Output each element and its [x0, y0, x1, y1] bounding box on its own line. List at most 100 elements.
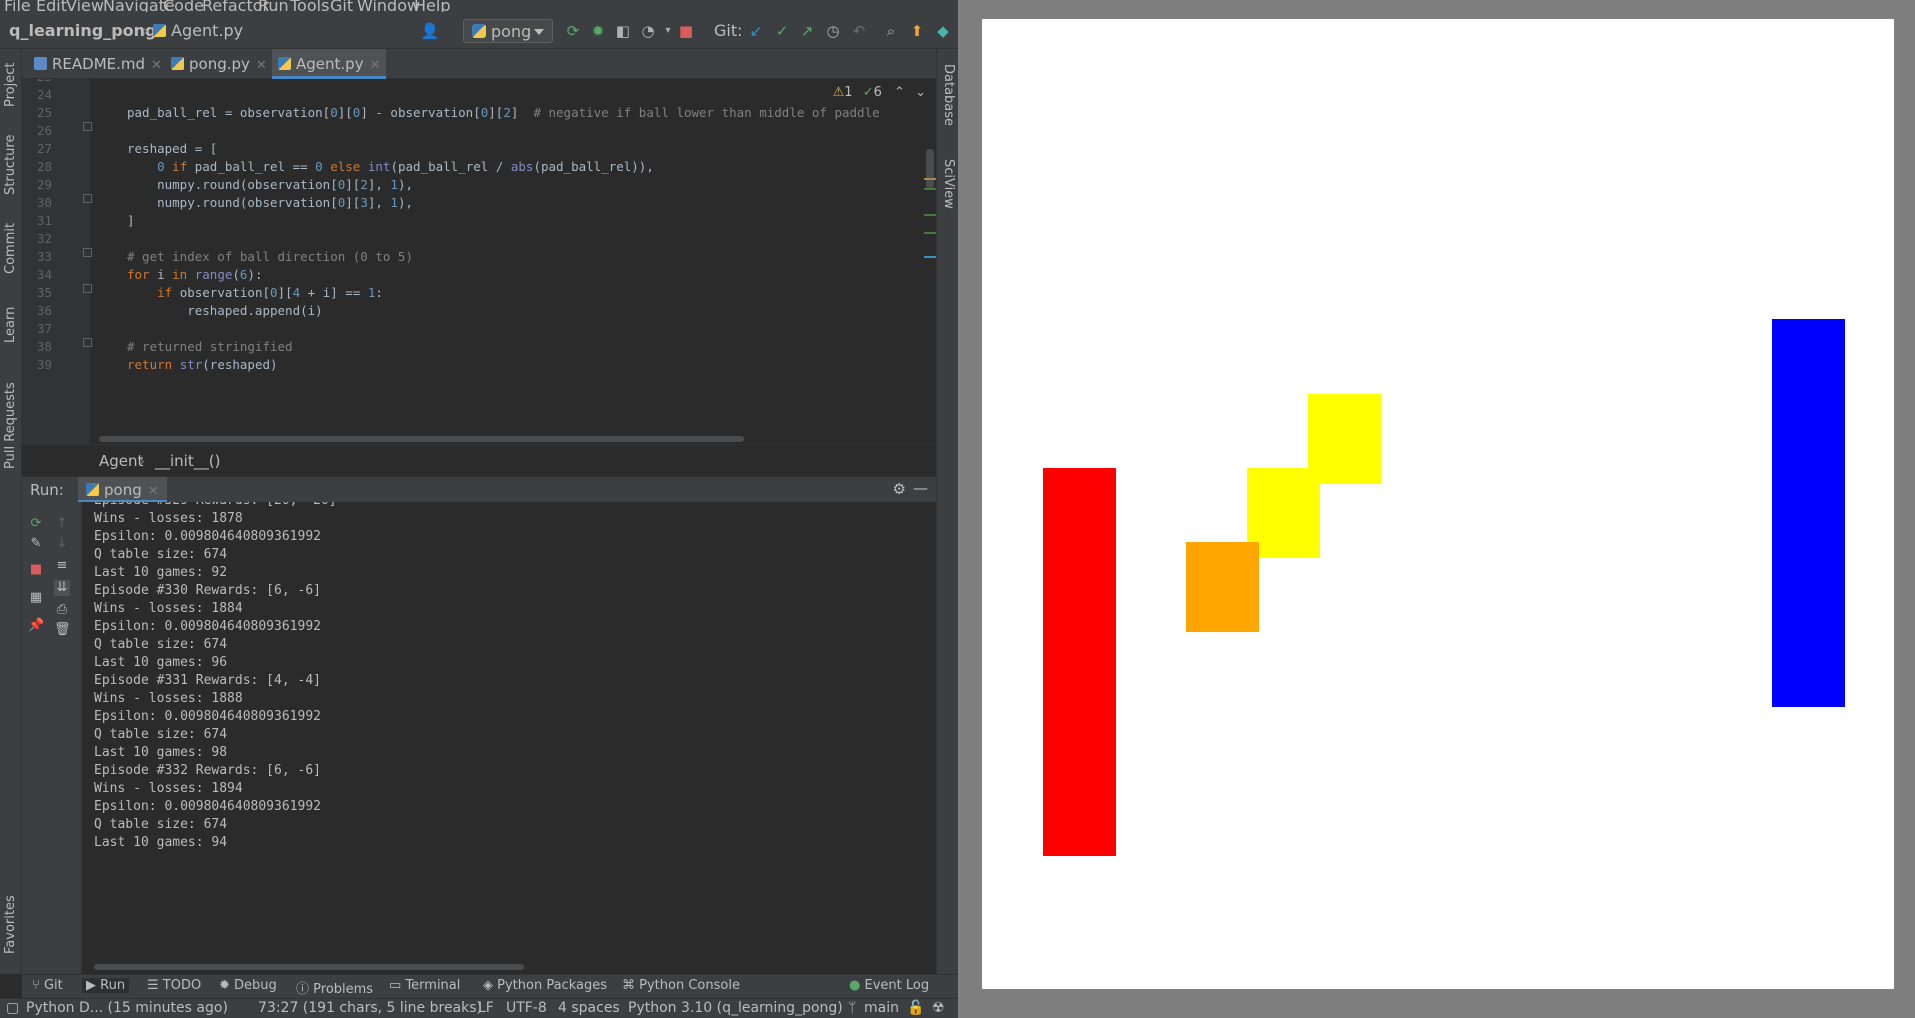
stop-icon[interactable]: ■ — [676, 21, 696, 41]
chevron-up-icon[interactable]: ⌃ — [894, 85, 905, 100]
search-icon[interactable]: ⌕ — [881, 21, 901, 41]
menu-edit[interactable]: Edit — [36, 0, 67, 12]
tool-tab-favorites[interactable]: Favorites — [0, 885, 22, 965]
gear-icon[interactable]: ⚙ — [893, 480, 906, 498]
editor-vertical-scrollbar[interactable] — [926, 149, 934, 189]
run-tab-pong[interactable]: pong ✕ — [78, 477, 167, 503]
fold-marker[interactable] — [83, 194, 92, 203]
git-push-icon[interactable]: ↗ — [797, 21, 817, 41]
tool-tab-sciview[interactable]: SciView — [937, 149, 959, 219]
file-crumb[interactable]: Agent.py — [153, 21, 243, 40]
wrench-icon[interactable]: ✎ — [28, 536, 44, 552]
fold-marker[interactable] — [83, 122, 92, 131]
tool-tab-structure[interactable]: Structure — [0, 127, 22, 203]
line-separator[interactable]: LF — [478, 1000, 494, 1016]
tab-agent[interactable]: Agent.py ✕ — [272, 49, 387, 79]
memory-indicator-icon[interactable]: ☢ — [932, 1000, 945, 1016]
file-encoding[interactable]: UTF-8 — [506, 1000, 547, 1016]
menu-git[interactable]: Git — [330, 0, 353, 12]
print-icon[interactable]: ⎙ — [54, 602, 70, 618]
stop-icon[interactable]: ■ — [28, 562, 44, 578]
bottom-tab-terminal[interactable]: ▭ Terminal — [389, 978, 460, 993]
bottom-tab-problems[interactable]: ⓘ Problems — [296, 978, 373, 997]
git-icon: ⑂ — [32, 978, 40, 993]
close-icon[interactable]: ✕ — [148, 484, 159, 499]
rerun-icon[interactable]: ⟳ — [563, 21, 583, 41]
tool-tab-pull-requests[interactable]: Pull Requests — [0, 371, 22, 481]
interpreter[interactable]: Python 3.10 (q_learning_pong) — [628, 1000, 843, 1016]
tool-tab-commit[interactable]: Commit — [0, 215, 22, 281]
tool-tab-learn[interactable]: Learn — [0, 297, 22, 353]
plugin-icon[interactable]: ◆ — [933, 21, 953, 41]
tab-pong[interactable]: pong.py ✕ — [165, 49, 273, 79]
soft-wrap-icon[interactable]: ≡ — [54, 558, 70, 574]
profile-icon[interactable]: ◔ — [638, 21, 658, 41]
rerun-icon[interactable]: ⟳ — [28, 516, 44, 532]
console-line: Last 10 games: 92 — [94, 565, 228, 580]
status-square-icon[interactable]: ▢ — [6, 1000, 19, 1016]
layout-icon[interactable]: ▦ — [28, 590, 44, 606]
menu-window[interactable]: Window — [357, 0, 420, 12]
bottom-tab-python-packages[interactable]: ◈ Python Packages — [483, 978, 607, 993]
menu-file[interactable]: File — [4, 0, 31, 12]
coverage-icon[interactable]: ◧ — [613, 21, 633, 41]
editor-horizontal-scrollbar[interactable] — [99, 436, 744, 442]
code-editor[interactable]: 23 24 25 26 27 28 29 30 31 32 33 34 35 36 37 38 39 pad_b… — [22, 79, 936, 444]
list-icon: ☰ — [147, 978, 159, 993]
fold-marker[interactable] — [83, 248, 92, 257]
menu-code[interactable]: Code — [163, 0, 204, 12]
run-configuration-select[interactable]: pong — [463, 19, 553, 43]
debug-icon[interactable]: ✹ — [588, 21, 608, 41]
close-icon[interactable]: ✕ — [370, 58, 381, 73]
arrow-up-icon[interactable]: ↑ — [54, 516, 70, 532]
crumb-separator: › — [142, 21, 149, 40]
pin-icon[interactable]: 📌 — [28, 618, 44, 634]
line-number: 31 — [36, 213, 52, 228]
history-icon[interactable]: ◷ — [823, 21, 843, 41]
rollback-icon[interactable]: ↶ — [849, 21, 869, 41]
code-line: for i in range(6): — [127, 267, 263, 282]
run-console[interactable]: Episode #329 Rewards: [20, -20] Wins - lo… — [82, 502, 936, 974]
bottom-tab-run[interactable]: ▶ Run — [82, 978, 130, 993]
play-icon: ▶ — [86, 978, 96, 993]
menu-help[interactable]: Help — [414, 0, 450, 12]
project-crumb[interactable]: q_learning_pong — [9, 21, 156, 40]
caret-position[interactable]: 73:27 (191 chars, 5 line breaks) — [258, 1000, 482, 1016]
python-file-icon — [171, 57, 184, 70]
ide-update-icon[interactable]: ⬆ — [907, 21, 927, 41]
status-message[interactable]: Python D... (15 minutes ago) — [26, 1000, 228, 1016]
user-icon[interactable]: 👤 — [420, 21, 440, 41]
inspection-widget[interactable]: ⚠1 ✓6 ⌃ ⌄ — [833, 85, 926, 100]
line-number: 28 — [36, 159, 52, 174]
git-update-icon[interactable]: ↙ — [746, 21, 766, 41]
lock-icon[interactable]: 🔓 — [907, 1000, 924, 1016]
bottom-tab-todo[interactable]: ☰ TODO — [147, 978, 201, 993]
fold-marker[interactable] — [83, 338, 92, 347]
bottom-tab-git[interactable]: ⑂ Git — [32, 978, 63, 993]
menu-tools[interactable]: Tools — [290, 0, 329, 12]
tool-tab-project[interactable]: Project — [0, 55, 22, 115]
close-icon[interactable]: ✕ — [151, 58, 162, 73]
indent-setting[interactable]: 4 spaces — [558, 1000, 620, 1016]
arrow-down-icon[interactable]: ↓ — [54, 536, 70, 552]
minimize-icon[interactable]: — — [913, 479, 928, 497]
more-run-chevron-icon[interactable]: ▾ — [658, 21, 678, 41]
bottom-tab-python-console[interactable]: ⌘ Python Console — [622, 978, 740, 993]
chevron-down-icon[interactable]: ⌄ — [915, 85, 926, 100]
fold-marker[interactable] — [83, 284, 92, 293]
menu-view[interactable]: View — [66, 0, 104, 12]
bottom-tab-event-log[interactable]: ● Event Log — [849, 978, 929, 993]
tab-readme[interactable]: README.md ✕ — [28, 49, 168, 79]
tool-tab-database[interactable]: Database — [937, 55, 959, 135]
git-branch[interactable]: main — [864, 1000, 899, 1016]
git-commit-icon[interactable]: ✓ — [772, 21, 792, 41]
breadcrumb-class[interactable]: Agent — [99, 452, 143, 470]
scroll-to-end-icon[interactable]: ⇊ — [54, 580, 70, 596]
breadcrumb-method[interactable]: __init__() — [155, 452, 220, 470]
menu-run[interactable]: Run — [258, 0, 289, 12]
close-icon[interactable]: ✕ — [256, 58, 267, 73]
bottom-tab-debug[interactable]: ✹ Debug — [219, 978, 277, 993]
code-line: pad_ball_rel = observation[0][0] - obser… — [127, 105, 880, 120]
console-horizontal-scrollbar[interactable] — [94, 964, 524, 970]
trash-icon[interactable]: 🗑 — [54, 622, 71, 638]
